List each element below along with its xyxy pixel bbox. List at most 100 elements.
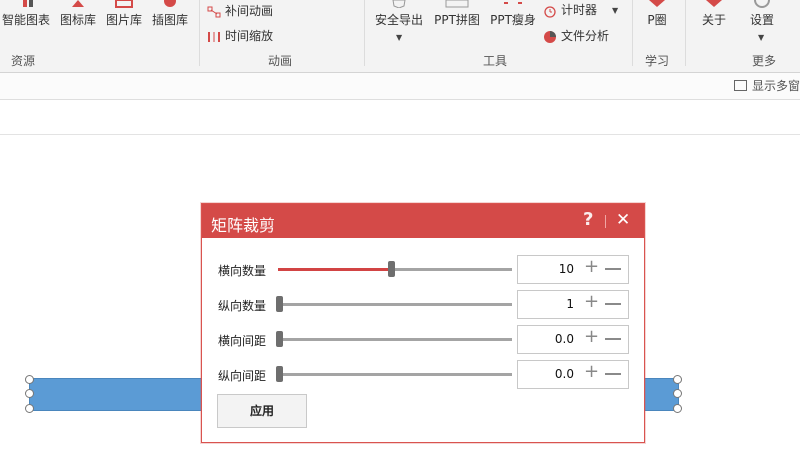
image-library-icon: [115, 0, 133, 8]
dialog-title-bar[interactable]: 矩阵裁剪 ? ✕: [202, 204, 644, 238]
row-horizontal-count: 横向数量 10 +: [202, 254, 644, 284]
slider-thumb[interactable]: [276, 296, 283, 312]
illustration-library-button[interactable]: 插图库: [148, 0, 192, 27]
group-separator: [632, 0, 633, 66]
plus-icon[interactable]: +: [584, 326, 599, 347]
resize-handle[interactable]: [25, 404, 34, 413]
time-scale-button[interactable]: 时间缩放: [207, 27, 273, 44]
slider-track[interactable]: [276, 296, 512, 312]
row-vertical-count: 纵向数量 1 +: [202, 289, 644, 319]
chevron-down-icon[interactable]: ▼: [396, 33, 402, 42]
resize-handle[interactable]: [25, 375, 34, 384]
row-label: 横向数量: [218, 264, 267, 278]
icon-library-label: 图标库: [59, 13, 96, 27]
plus-icon[interactable]: +: [584, 361, 599, 382]
safe-export-button[interactable]: 安全导出: [370, 0, 428, 27]
title-divider: [605, 215, 606, 228]
slim-icon: [504, 2, 522, 4]
slider-thumb[interactable]: [276, 366, 283, 382]
row-label: 纵向数量: [218, 299, 267, 313]
close-icon[interactable]: ✕: [616, 210, 630, 230]
row-label: 纵向间距: [218, 369, 267, 383]
group-label-resources: 资源: [11, 54, 36, 68]
puzzle-icon: [445, 0, 469, 8]
illustration-library-label: 插图库: [151, 13, 188, 27]
slider-track[interactable]: [278, 261, 512, 277]
smart-chart-icon: [23, 0, 33, 7]
about-label: 关于: [701, 13, 726, 27]
group-separator: [199, 0, 200, 66]
slider-thumb[interactable]: [388, 261, 395, 277]
file-analysis-button[interactable]: 文件分析: [543, 27, 609, 44]
p-circle-icon: [649, 0, 665, 7]
p-circle-label: P圈: [647, 13, 667, 27]
group-label-more: 更多: [752, 54, 777, 68]
gear-icon: [754, 0, 770, 8]
smart-chart-button[interactable]: 智能图表: [0, 0, 52, 27]
resize-handle[interactable]: [673, 375, 682, 384]
value-stepper[interactable]: 10 +: [517, 255, 629, 284]
image-library-button[interactable]: 图片库: [102, 0, 146, 27]
icon-library-icon: [72, 0, 84, 7]
group-label-tools: 工具: [483, 54, 508, 68]
ppt-puzzle-button[interactable]: PPT拼图: [430, 0, 484, 27]
smart-chart-label: 智能图表: [1, 13, 50, 27]
minus-icon[interactable]: [605, 303, 621, 305]
row-vertical-spacing: 纵向间距 0.0 +: [202, 359, 644, 389]
ppt-puzzle-label: PPT拼图: [434, 13, 480, 27]
timer-label: 计时器: [561, 3, 598, 17]
help-icon[interactable]: ?: [583, 209, 593, 230]
ppt-slim-button[interactable]: PPT瘦身: [486, 0, 540, 27]
tween-animation-icon: [207, 6, 221, 17]
time-scale-icon: [208, 31, 220, 42]
format-bar: [0, 100, 800, 135]
secondary-toolbar: 显示多窗: [0, 73, 800, 100]
pie-chart-icon: [544, 30, 556, 43]
plus-icon[interactable]: +: [584, 256, 599, 277]
value-stepper[interactable]: 0.0 +: [517, 360, 629, 389]
value-text[interactable]: 1: [566, 297, 574, 311]
group-label-learn: 学习: [645, 54, 670, 68]
minus-icon[interactable]: [605, 268, 621, 270]
shield-icon: [392, 0, 406, 8]
file-analysis-label: 文件分析: [561, 29, 610, 43]
icon-library-button[interactable]: 图标库: [56, 0, 100, 27]
group-separator: [364, 0, 365, 66]
chevron-down-icon[interactable]: ▼: [758, 33, 764, 42]
slider-thumb[interactable]: [276, 331, 283, 347]
tween-animation-button[interactable]: 补间动画: [207, 2, 273, 19]
value-text[interactable]: 0.0: [555, 367, 574, 381]
p-circle-button[interactable]: P圈: [637, 0, 677, 27]
illustration-library-icon: [164, 0, 176, 7]
about-button[interactable]: 关于: [692, 0, 736, 27]
multi-window-label: 显示多窗: [751, 79, 800, 93]
value-stepper[interactable]: 1 +: [517, 290, 629, 319]
chevron-down-icon[interactable]: ▼: [612, 6, 618, 15]
time-scale-label: 时间缩放: [225, 29, 274, 43]
group-label-animation: 动画: [268, 54, 293, 68]
apply-button[interactable]: 应用: [217, 394, 307, 428]
settings-label: 设置: [749, 13, 774, 27]
value-text[interactable]: 0.0: [555, 332, 574, 346]
value-stepper[interactable]: 0.0 +: [517, 325, 629, 354]
group-separator: [685, 0, 686, 66]
info-icon: [706, 0, 722, 7]
plus-icon[interactable]: +: [584, 291, 599, 312]
image-library-label: 图片库: [105, 13, 142, 27]
ribbon: 智能图表 图标库 图片库 插图库 资源 补间动画 时间缩放 动画 安全导出 ▼ …: [0, 0, 800, 73]
value-text[interactable]: 10: [559, 262, 574, 276]
resize-handle[interactable]: [673, 404, 682, 413]
slider-track[interactable]: [276, 366, 512, 382]
slider-fill: [278, 268, 390, 271]
multi-window-button[interactable]: 显示多窗: [733, 77, 800, 94]
timer-button[interactable]: 计时器: [543, 1, 597, 18]
row-label: 横向间距: [218, 334, 267, 348]
settings-button[interactable]: 设置: [740, 0, 784, 27]
resize-handle[interactable]: [673, 389, 682, 398]
minus-icon[interactable]: [605, 338, 621, 340]
minus-icon[interactable]: [605, 373, 621, 375]
resize-handle[interactable]: [25, 389, 34, 398]
matrix-crop-dialog: 矩阵裁剪 ? ✕ 横向数量 10 + 纵向数量 1 + 横向间距 0.0 + 纵…: [201, 203, 645, 443]
slider-track[interactable]: [276, 331, 512, 347]
safe-export-label: 安全导出: [374, 13, 423, 27]
